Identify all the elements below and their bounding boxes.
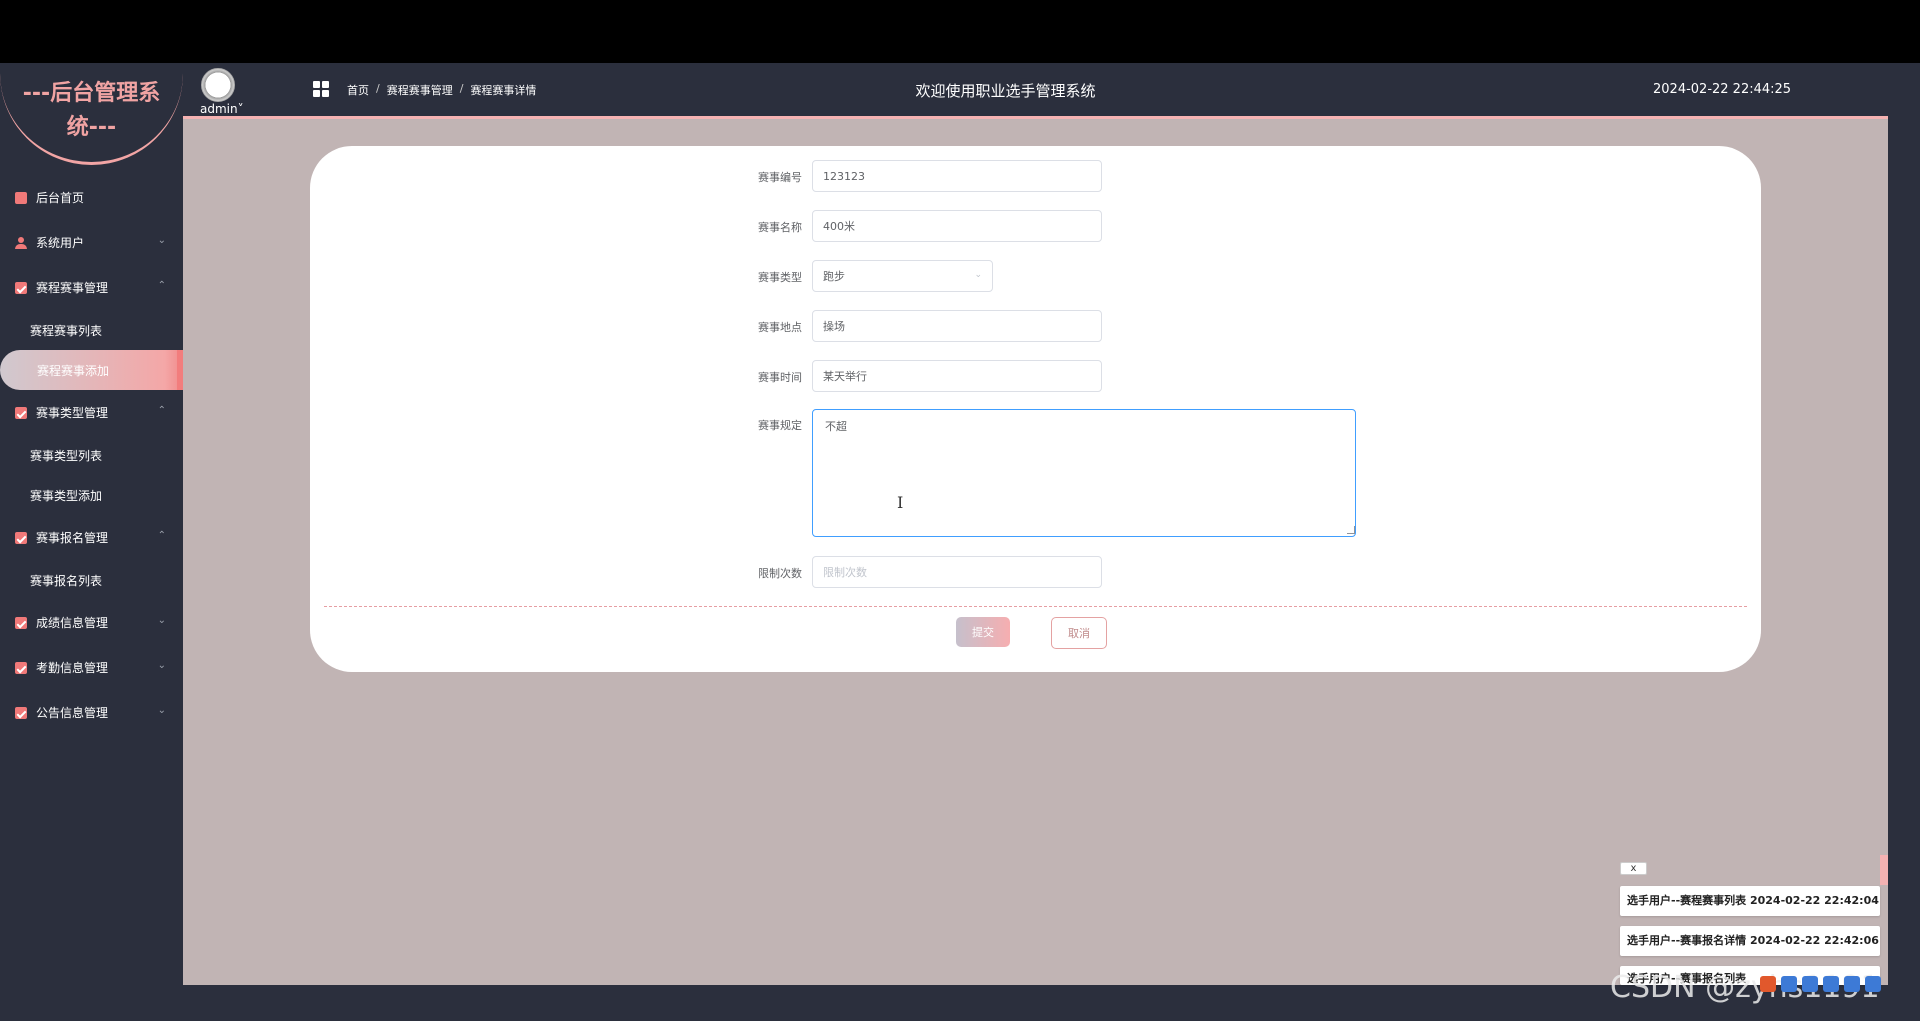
- sidebar-subitem-type-add[interactable]: 赛事类型添加: [0, 475, 183, 515]
- text-cursor-icon: I: [897, 493, 904, 512]
- chevron-up-icon: ⌃: [157, 280, 166, 291]
- chart-icon: [15, 706, 27, 719]
- resize-handle-icon[interactable]: [1347, 526, 1355, 534]
- form-divider: [324, 606, 1747, 607]
- sidebar-subitem-label: 赛程赛事添加: [37, 363, 110, 378]
- event-location-label: 赛事地点: [758, 321, 802, 334]
- sidebar-item-home[interactable]: 后台首页: [0, 175, 183, 220]
- sidebar-subitem-label: 赛事类型列表: [30, 448, 103, 463]
- sidebar-item-signup-mgmt[interactable]: 赛事报名管理 ⌃: [0, 515, 183, 560]
- sidebar-item-schedule-mgmt[interactable]: 赛程赛事管理 ⌃: [0, 265, 183, 310]
- tray-volume-icon[interactable]: [1802, 976, 1818, 992]
- chevron-down-icon: ⌄: [157, 235, 166, 246]
- sidebar-item-notice-mgmt[interactable]: 公告信息管理 ⌄: [0, 690, 183, 735]
- avatar[interactable]: [201, 68, 235, 102]
- form-card: 赛事编号 赛事名称 赛事类型 跑步 ⌄ 赛事地点 赛事时间: [310, 146, 1761, 672]
- datetime: 2024-02-22 22:44:25: [1653, 82, 1792, 97]
- tray-app-icon[interactable]: [1760, 976, 1776, 992]
- breadcrumb-schedule-mgmt[interactable]: 赛程赛事管理: [387, 82, 453, 98]
- sidebar-item-score-mgmt[interactable]: 成绩信息管理 ⌄: [0, 600, 183, 645]
- breadcrumb-separator: /: [459, 82, 464, 95]
- admin-dropdown[interactable]: admin˅: [200, 102, 244, 116]
- submit-button[interactable]: 提交: [956, 617, 1010, 647]
- sidebar-subitem-type-list[interactable]: 赛事类型列表: [0, 435, 183, 475]
- sidebar-item-attendance-mgmt[interactable]: 考勤信息管理 ⌄: [0, 645, 183, 690]
- chart-icon: [15, 531, 27, 544]
- system-tray: [1760, 976, 1881, 992]
- app-window: ---后台管理系统--- 后台首页 系统用户 ⌄ 赛程赛事管理 ⌃ 赛程赛事列表…: [0, 63, 1888, 985]
- user-icon: [15, 236, 27, 249]
- breadcrumb-home[interactable]: 首页: [347, 82, 369, 98]
- cancel-button[interactable]: 取消: [1051, 617, 1107, 649]
- event-location-input[interactable]: [812, 310, 1102, 342]
- sidebar-subitem-label: 赛事类型添加: [30, 488, 103, 503]
- event-name-input[interactable]: [812, 210, 1102, 242]
- menu-toggle-icon[interactable]: [313, 81, 329, 97]
- chevron-down-icon: ⌄: [974, 270, 982, 280]
- limit-count-label: 限制次数: [758, 567, 802, 580]
- breadcrumb-separator: /: [376, 82, 380, 95]
- tray-mic-icon[interactable]: [1823, 976, 1839, 992]
- sidebar-item-label: 赛程赛事管理: [36, 281, 109, 295]
- sidebar-item-label: 公告信息管理: [36, 706, 109, 720]
- event-time-input[interactable]: [812, 360, 1102, 392]
- chevron-up-icon: ⌃: [157, 530, 166, 541]
- event-no-label: 赛事编号: [758, 171, 802, 184]
- sidebar-subitem-schedule-list[interactable]: 赛程赛事列表: [0, 310, 183, 350]
- chart-icon: [15, 616, 27, 629]
- tray-keyboard-icon[interactable]: [1844, 976, 1860, 992]
- sidebar-item-label: 成绩信息管理: [36, 616, 109, 630]
- sidebar-item-system-users[interactable]: 系统用户 ⌄: [0, 220, 183, 265]
- tray-shield-icon[interactable]: [1865, 976, 1881, 992]
- sidebar: ---后台管理系统--- 后台首页 系统用户 ⌄ 赛程赛事管理 ⌃ 赛程赛事列表…: [0, 63, 183, 985]
- page-title: 欢迎使用职业选手管理系统: [915, 82, 1096, 100]
- chevron-down-icon: ⌄: [157, 615, 166, 626]
- monitor-icon: [15, 191, 27, 204]
- notification-item[interactable]: 选手用户--赛程赛事列表 2024-02-22 22:42:04: [1620, 886, 1880, 916]
- chart-icon: [15, 281, 27, 294]
- event-name-label: 赛事名称: [758, 221, 802, 234]
- notification-close-button[interactable]: x: [1620, 862, 1647, 875]
- logo: ---后台管理系统---: [0, 63, 183, 165]
- top-header: admin˅ 首页 / 赛程赛事管理 / 赛程赛事详情 欢迎使用职业选手管理系统…: [183, 63, 1888, 119]
- event-time-label: 赛事时间: [758, 371, 802, 384]
- tray-network-icon[interactable]: [1781, 976, 1797, 992]
- sidebar-item-label: 赛事报名管理: [36, 531, 109, 545]
- logo-text: ---后台管理系统---: [22, 81, 161, 140]
- sidebar-subitem-schedule-add[interactable]: 赛程赛事添加: [0, 350, 183, 390]
- sidebar-subitem-label: 赛事报名列表: [30, 573, 103, 588]
- event-type-label: 赛事类型: [758, 271, 802, 284]
- chevron-down-icon: ⌄: [157, 660, 166, 671]
- right-gutter: [1888, 63, 1920, 985]
- screen: ---后台管理系统--- 后台首页 系统用户 ⌄ 赛程赛事管理 ⌃ 赛程赛事列表…: [0, 0, 1920, 1021]
- event-type-select[interactable]: 跑步 ⌄: [812, 260, 993, 292]
- event-rules-textarea[interactable]: 不超: [812, 409, 1356, 537]
- admin-name: admin: [200, 102, 238, 116]
- sidebar-item-type-mgmt[interactable]: 赛事类型管理 ⌃: [0, 390, 183, 435]
- sidebar-item-label: 系统用户: [36, 236, 85, 250]
- sidebar-subitem-label: 赛程赛事列表: [30, 323, 103, 338]
- event-no-input[interactable]: [812, 160, 1102, 192]
- chart-icon: [15, 406, 27, 419]
- sidebar-menu: 后台首页 系统用户 ⌄ 赛程赛事管理 ⌃ 赛程赛事列表 赛程赛事添加 赛事类型管…: [0, 175, 183, 735]
- caret-down-icon: ˅: [237, 102, 244, 116]
- event-type-value: 跑步: [823, 270, 845, 283]
- sidebar-subitem-signup-list[interactable]: 赛事报名列表: [0, 560, 183, 600]
- breadcrumb: 首页 / 赛程赛事管理 / 赛程赛事详情: [347, 82, 536, 98]
- sidebar-item-label: 赛事类型管理: [36, 406, 109, 420]
- notification-item[interactable]: 选手用户--赛事报名详情 2024-02-22 22:42:06: [1620, 926, 1880, 956]
- breadcrumb-current: 赛程赛事详情: [470, 84, 537, 97]
- notification-accent: [1880, 855, 1888, 885]
- limit-count-input[interactable]: [812, 556, 1102, 588]
- sidebar-item-label: 后台首页: [36, 191, 85, 205]
- event-rules-label: 赛事规定: [758, 419, 802, 432]
- chevron-down-icon: ⌄: [157, 705, 166, 716]
- chart-icon: [15, 661, 27, 674]
- sidebar-item-label: 考勤信息管理: [36, 661, 109, 675]
- chevron-up-icon: ⌃: [157, 405, 166, 416]
